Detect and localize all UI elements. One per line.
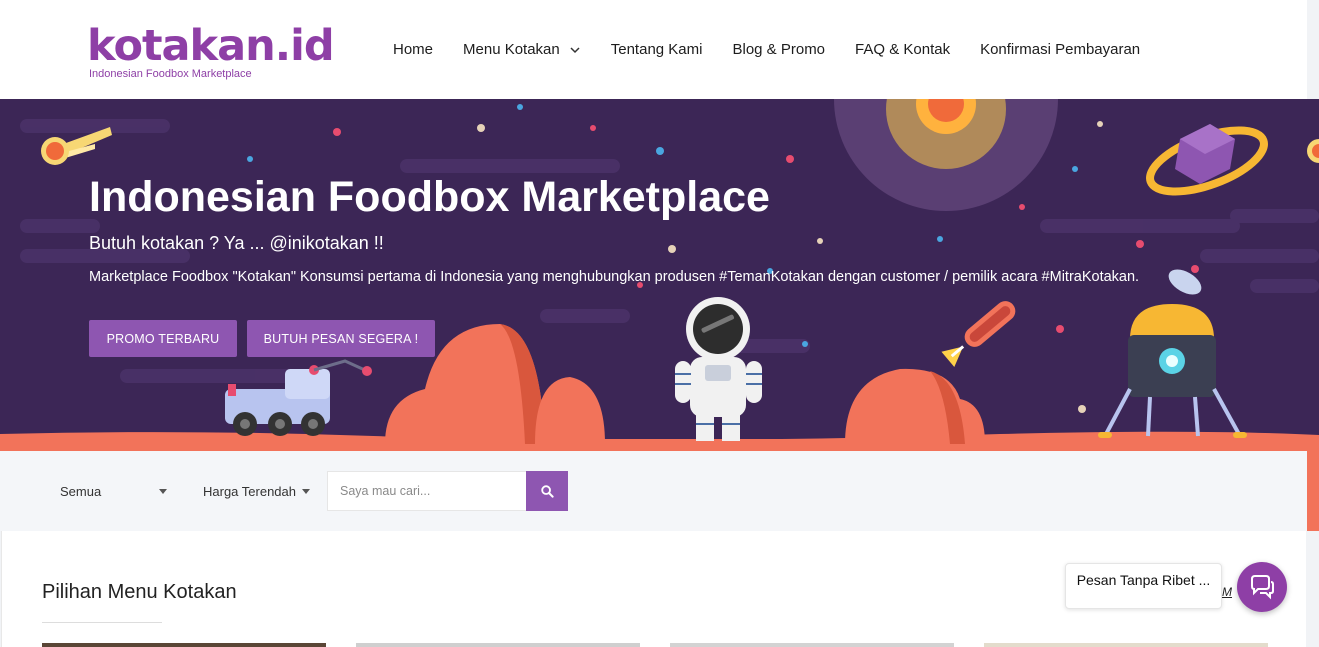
menu-card-thumbnail[interactable] xyxy=(42,643,326,647)
hero-subtitle: Butuh kotakan ? Ya ... @inikotakan !! xyxy=(89,233,384,253)
search-filter-bar: Semua Harga Terendah xyxy=(0,451,1307,531)
chevron-down-icon xyxy=(570,46,580,53)
sort-select[interactable]: Harga Terendah xyxy=(203,471,313,511)
category-select[interactable]: Semua xyxy=(60,471,170,511)
section-title: Pilihan Menu Kotakan xyxy=(42,581,237,603)
chat-tooltip: Pesan Tanpa Ribet ... xyxy=(1065,563,1222,609)
menu-card-thumbnail[interactable] xyxy=(356,643,640,647)
nav-label: FAQ & Kontak xyxy=(855,41,951,58)
butuh-pesan-button[interactable]: BUTUH PESAN SEGERA ! xyxy=(247,320,435,357)
search-input[interactable] xyxy=(327,471,527,511)
nav-item-faq-kontak[interactable]: FAQ & Kontak xyxy=(840,41,965,58)
nav-item-blog-promo[interactable]: Blog & Promo xyxy=(717,41,840,58)
nav-label: Blog & Promo xyxy=(732,41,826,58)
nav-label: Menu Kotakan xyxy=(463,41,560,58)
hero-title: Indonesian Foodbox Marketplace xyxy=(89,173,770,221)
logo-text: kotakan.id xyxy=(87,21,335,71)
logo-tagline: Indonesian Foodbox Marketplace xyxy=(89,68,252,80)
site-header: kotakan.id Indonesian Foodbox Marketplac… xyxy=(0,0,1307,99)
logo[interactable]: kotakan.id Indonesian Foodbox Marketplac… xyxy=(87,22,337,82)
main-nav: Home Menu Kotakan Tentang Kami Blog & Pr… xyxy=(378,0,1155,99)
hero-description: Marketplace Foodbox "Kotakan" Konsumsi p… xyxy=(89,269,1140,285)
nav-label: Konfirmasi Pembayaran xyxy=(980,41,1141,58)
nav-label: Home xyxy=(393,41,434,58)
menu-card-thumbnail[interactable] xyxy=(984,643,1268,647)
nav-item-konfirmasi-pembayaran[interactable]: Konfirmasi Pembayaran xyxy=(965,41,1155,58)
caret-down-icon xyxy=(302,489,310,494)
chat-icon xyxy=(1251,575,1274,600)
category-select-value: Semua xyxy=(60,483,102,499)
search-icon xyxy=(540,484,554,498)
nav-item-home[interactable]: Home xyxy=(378,41,448,58)
promo-terbaru-button[interactable]: PROMO TERBARU xyxy=(89,320,237,357)
caret-down-icon xyxy=(159,489,167,494)
page-gutter xyxy=(1307,531,1319,647)
menu-card-thumbnail[interactable] xyxy=(670,643,954,647)
search-button[interactable] xyxy=(526,471,568,511)
hero-banner: Indonesian Foodbox Marketplace Butuh kot… xyxy=(0,99,1319,451)
hero-ground-edge xyxy=(1307,451,1319,531)
sort-select-value: Harga Terendah xyxy=(203,483,296,499)
nav-label: Tentang Kami xyxy=(610,41,703,58)
section-divider xyxy=(42,622,162,623)
chat-button[interactable] xyxy=(1237,562,1287,612)
nav-item-menu-kotakan[interactable]: Menu Kotakan xyxy=(448,41,596,58)
nav-item-tentang-kami[interactable]: Tentang Kami xyxy=(596,41,718,58)
